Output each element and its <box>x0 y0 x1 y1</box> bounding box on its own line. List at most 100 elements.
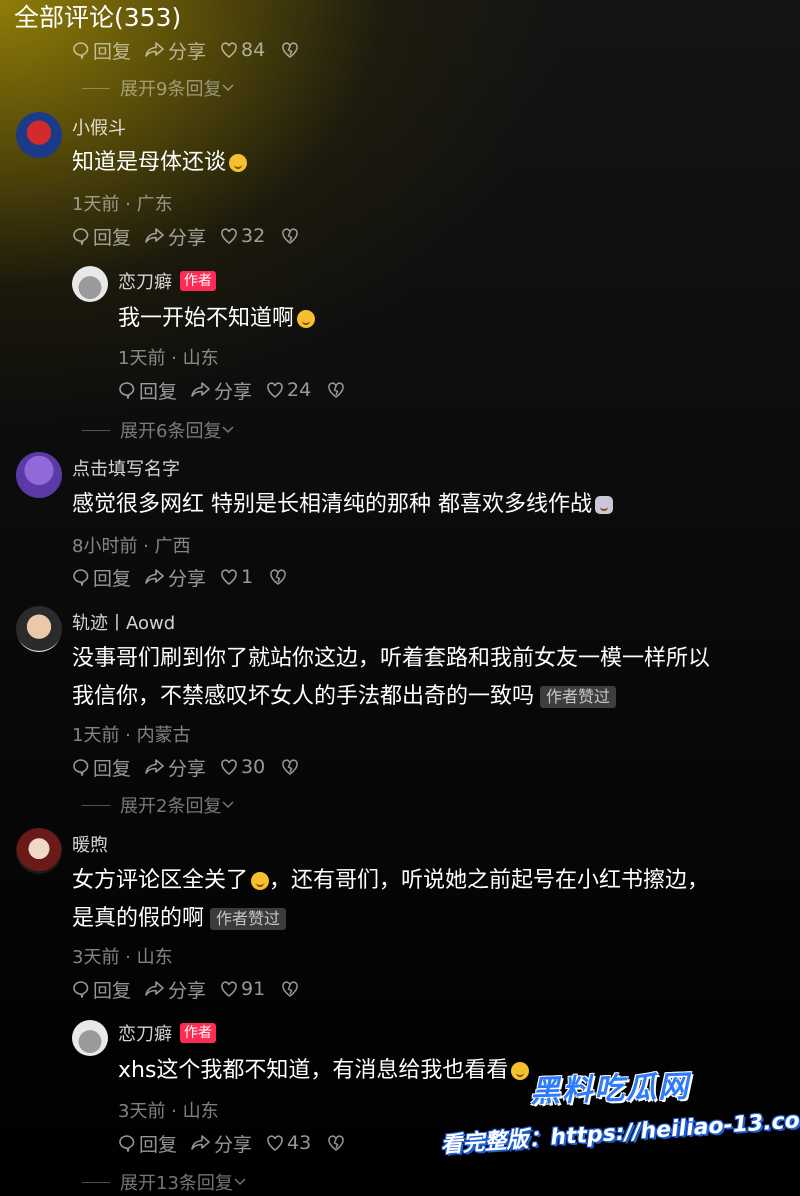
username[interactable]: 恋刀癖 作者 <box>118 268 216 294</box>
reply-label: 回复 <box>93 757 132 780</box>
share-icon <box>191 1135 210 1150</box>
share-button[interactable]: 分享 <box>145 976 206 1003</box>
dislike-button[interactable] <box>281 758 302 776</box>
comment-meta: 8小时前 · 广西 <box>72 536 191 557</box>
username[interactable]: 恋刀癖 作者 <box>118 1020 216 1046</box>
like-button[interactable]: 24 <box>266 379 311 401</box>
like-button[interactable]: 30 <box>220 756 265 778</box>
chevron-down-icon <box>222 426 234 434</box>
share-icon <box>191 382 210 397</box>
share-button[interactable]: 分享 <box>145 223 206 250</box>
reply-button[interactable]: 回复 <box>72 754 131 781</box>
broken-heart-icon <box>282 981 298 997</box>
like-button[interactable]: 1 <box>220 566 253 588</box>
comment-actions: 回复 分享 24 <box>118 377 362 403</box>
reply-icon <box>119 382 135 399</box>
comment-meta: 3天前 · 山东 <box>72 947 173 968</box>
expand-replies[interactable]: 展开6条回复 <box>82 418 235 442</box>
reply-label: 回复 <box>93 226 132 249</box>
heart-icon <box>221 981 237 997</box>
share-button[interactable]: 分享 <box>145 37 206 64</box>
dislike-button[interactable] <box>281 227 302 245</box>
avatar[interactable] <box>72 1020 108 1056</box>
reply-icon <box>73 981 89 998</box>
like-button[interactable]: 84 <box>220 39 265 61</box>
username[interactable]: 点击填写名字 <box>72 455 180 481</box>
expand-label: 展开6条回复 <box>120 421 222 442</box>
reply-button[interactable]: 回复 <box>72 223 131 250</box>
expand-replies[interactable]: 展开9条回复 <box>82 76 235 100</box>
share-label: 分享 <box>168 757 207 780</box>
avatar[interactable] <box>16 112 62 158</box>
like-count: 24 <box>287 379 312 401</box>
expand-replies[interactable]: 展开13条回复 <box>82 1170 247 1194</box>
avatar[interactable] <box>16 452 62 498</box>
share-button[interactable]: 分享 <box>191 377 252 404</box>
like-button[interactable]: 43 <box>266 1132 311 1154</box>
author-badge: 作者 <box>180 1023 216 1043</box>
like-count: 43 <box>287 1132 312 1154</box>
like-button[interactable]: 91 <box>220 978 265 1000</box>
username[interactable]: 小假斗 <box>72 114 126 140</box>
share-icon <box>145 42 164 57</box>
expand-replies[interactable]: 展开2条回复 <box>82 793 235 817</box>
like-button[interactable]: 32 <box>220 225 265 247</box>
like-count: 84 <box>241 39 266 61</box>
chevron-down-icon <box>222 84 234 92</box>
comment-text: 女方评论区全关了 ，还有哥们，听说她之前起号在小红书擦边， 是真的假的啊 作者赞过 <box>72 868 710 931</box>
author-liked-badge: 作者赞过 <box>210 908 287 930</box>
broken-heart-icon <box>282 42 298 58</box>
comment-text: 感觉很多网红 特别是长相清纯的那种 都喜欢多线作战 <box>72 486 613 524</box>
share-label: 分享 <box>168 979 207 1002</box>
cat-emoji-icon <box>595 496 613 514</box>
smile-emoji-icon <box>297 310 316 328</box>
heart-icon <box>221 228 237 244</box>
dislike-button[interactable] <box>327 1134 348 1152</box>
avatar[interactable] <box>72 266 108 302</box>
share-label: 分享 <box>168 40 207 63</box>
avatar[interactable] <box>16 828 62 874</box>
expand-label: 展开13条回复 <box>120 1173 233 1194</box>
reply-icon <box>73 228 89 245</box>
reply-button[interactable]: 回复 <box>72 564 131 591</box>
dislike-button[interactable] <box>281 41 302 59</box>
share-icon <box>145 759 164 774</box>
reply-button[interactable]: 回复 <box>72 976 131 1003</box>
like-count: 30 <box>241 756 266 778</box>
reply-label: 回复 <box>93 40 132 63</box>
reply-button[interactable]: 回复 <box>118 377 177 404</box>
comment-meta: 1天前 · 内蒙古 <box>72 725 191 746</box>
comment-text: 我一开始不知道啊 <box>118 300 316 338</box>
smile-emoji-icon <box>251 872 270 890</box>
share-label: 分享 <box>214 380 253 403</box>
comment-actions: 回复 分享 32 <box>72 223 316 249</box>
heart-icon <box>221 759 237 775</box>
comments-count-title: 全部评论(353) <box>14 3 182 32</box>
share-button[interactable]: 分享 <box>145 564 206 591</box>
share-label: 分享 <box>214 1133 253 1156</box>
expand-label: 展开2条回复 <box>120 796 222 817</box>
share-icon <box>145 981 164 996</box>
username[interactable]: 轨迹丨Aowd <box>72 609 175 635</box>
broken-heart-icon <box>270 569 286 585</box>
like-count: 1 <box>241 566 254 588</box>
share-button[interactable]: 分享 <box>145 754 206 781</box>
comment-text: xhs这个我都不知道，有消息给我也看看 <box>118 1052 530 1090</box>
comment-text: 没事哥们刷到你了就站你这边，听着套路和我前女友一模一样所以 我信你，不禁感叹坏女… <box>72 646 711 709</box>
reply-button[interactable]: 回复 <box>118 1130 177 1157</box>
username[interactable]: 暖煦 <box>72 831 108 857</box>
comment-meta: 1天前 · 广东 <box>72 194 173 215</box>
like-count: 32 <box>241 225 266 247</box>
dislike-button[interactable] <box>327 381 348 399</box>
reply-button[interactable]: 回复 <box>72 37 131 64</box>
author-badge: 作者 <box>180 271 216 291</box>
dislike-button[interactable] <box>269 568 290 586</box>
reply-label: 回复 <box>93 979 132 1002</box>
share-button[interactable]: 分享 <box>191 1130 252 1157</box>
reply-label: 回复 <box>139 1133 178 1156</box>
avatar[interactable] <box>16 606 62 652</box>
reply-label: 回复 <box>139 380 178 403</box>
dislike-button[interactable] <box>281 980 302 998</box>
reply-icon <box>73 42 89 59</box>
comment-actions: 回复 分享 30 <box>72 754 316 780</box>
